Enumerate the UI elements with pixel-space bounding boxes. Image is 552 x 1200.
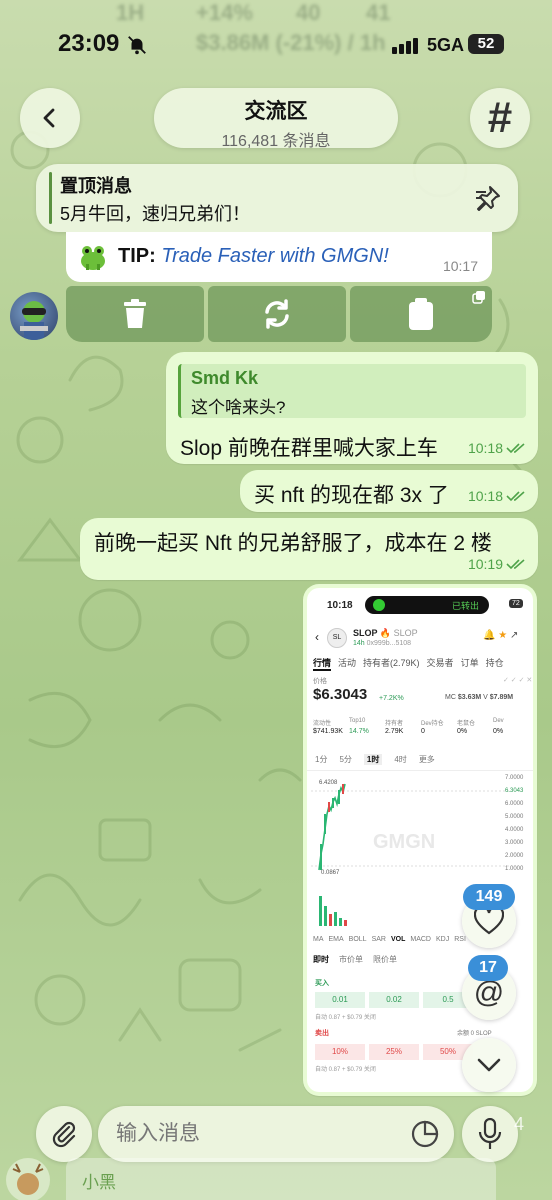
shot-tabs: 行情 活动 持有者(2.79K) 交易者 订单 持仓 bbox=[313, 656, 504, 671]
shot-time: 10:18 bbox=[327, 600, 353, 611]
topics-button[interactable]: # bbox=[470, 88, 530, 148]
chevron-down-icon bbox=[477, 1058, 501, 1072]
sell-balance: 余额 0 SLOP bbox=[457, 1031, 492, 1037]
bell-off-icon bbox=[128, 36, 146, 55]
message-meta: 10:18 bbox=[468, 440, 526, 456]
pinned-message[interactable]: 置顶消息 5月牛回，速归兄弟们！ bbox=[36, 164, 518, 232]
clipboard-icon bbox=[409, 298, 433, 330]
message-input[interactable] bbox=[116, 1120, 396, 1148]
back-button[interactable] bbox=[20, 88, 80, 148]
pinned-text: 5月牛回，速归兄弟们！ bbox=[60, 204, 251, 224]
pin-list-icon[interactable] bbox=[472, 182, 504, 214]
reactions-badge: 149 bbox=[463, 884, 515, 910]
bottom-sender-name: 小黑 bbox=[82, 1173, 116, 1192]
voice-button[interactable] bbox=[462, 1106, 518, 1162]
svg-text:GMGN: GMGN bbox=[373, 831, 435, 853]
reply-text: 这个啥来头? bbox=[191, 398, 286, 417]
dynamic-island: 已转出 bbox=[365, 596, 489, 614]
scroll-down-button[interactable] bbox=[462, 1038, 516, 1092]
shot-back-icon: ‹ bbox=[315, 630, 319, 644]
deer-avatar-icon bbox=[12, 1163, 44, 1195]
message-bubble[interactable]: 买 nft 的现在都 3x 了 10:18 bbox=[240, 470, 538, 512]
status-bar: 23:09 5GA 52 bbox=[0, 0, 552, 90]
battery-icon: 52 bbox=[468, 34, 504, 54]
message-text: 前晚一起买 Nft 的兄弟舒服了，成本在 2 楼 bbox=[94, 532, 492, 555]
message-count: 116,481 条消息 bbox=[221, 133, 331, 150]
chevron-left-icon bbox=[43, 108, 55, 128]
indicator-tabs: MA EMA BOLL SAR VOL MACD KDJ RSI bbox=[313, 936, 466, 943]
token-logo: SL bbox=[327, 628, 347, 648]
buy-amounts: 0.01 0.02 0.5 bbox=[315, 992, 473, 1008]
copy-corner-icon bbox=[472, 291, 485, 304]
chat-title-pill[interactable]: 交流区 116,481 条消息 bbox=[154, 88, 398, 150]
attach-button[interactable] bbox=[36, 1106, 92, 1162]
tip-text: TIP: Trade Faster with GMGN! bbox=[118, 245, 389, 267]
frog-icon bbox=[81, 246, 105, 270]
interval-tabs: 1分 5分 1时 4时 更多 bbox=[315, 754, 435, 765]
message-meta: 10:18 bbox=[468, 488, 526, 504]
double-check-icon bbox=[506, 443, 525, 454]
reply-author: Smd Kk bbox=[191, 368, 259, 388]
message-text: Slop 前晚在群里喊大家上车 bbox=[180, 437, 438, 460]
heart-icon bbox=[474, 907, 504, 935]
token-name: SLOP 🔥 SLOP bbox=[353, 628, 418, 638]
microphone-icon bbox=[478, 1118, 502, 1149]
chart-low: 0.0867 bbox=[321, 870, 340, 876]
message-bubble[interactable]: Smd Kk 这个啥来头? Slop 前晚在群里喊大家上车 10:18 bbox=[166, 352, 538, 464]
buy-auto: 自动 0.87 + $0.79 关闭 bbox=[315, 1015, 376, 1021]
mentions-badge: 17 bbox=[468, 955, 508, 981]
sell-auto: 自动 0.87 + $0.79 关闭 bbox=[315, 1067, 376, 1073]
message-meta: 10:19 bbox=[468, 556, 526, 572]
delete-button[interactable] bbox=[66, 286, 204, 342]
double-check-icon bbox=[506, 559, 525, 570]
message-text: 买 nft 的现在都 3x 了 bbox=[254, 484, 449, 507]
tip-message: TIP: Trade Faster with GMGN! 10:17 bbox=[66, 232, 492, 282]
sticker-icon[interactable] bbox=[410, 1119, 440, 1149]
chat-title: 交流区 bbox=[244, 100, 308, 123]
hash-icon: # bbox=[487, 93, 513, 142]
mic-count: 4 bbox=[514, 1114, 525, 1134]
price-label: 价格 bbox=[313, 678, 327, 685]
message-bubble[interactable]: 前晚一起买 Nft 的兄弟舒服了，成本在 2 楼 10:19 bbox=[80, 518, 538, 580]
message-time: 10:18 bbox=[467, 440, 503, 456]
stats-labels: 流动性 Top10 持有者 Dev持仓 老鼠仓 Dev bbox=[313, 718, 504, 727]
clipboard-button[interactable] bbox=[350, 286, 492, 342]
message-time: 10:18 bbox=[467, 488, 503, 504]
paperclip-icon bbox=[52, 1121, 76, 1148]
sender-avatar[interactable] bbox=[10, 292, 58, 340]
sell-pcts: 10% 25% 50% bbox=[315, 1044, 473, 1060]
refresh-icon bbox=[265, 299, 289, 329]
mc-vol: MC $3.63M V $7.89M bbox=[445, 694, 514, 701]
pinned-bar bbox=[49, 172, 52, 224]
shot-battery: 72 bbox=[509, 599, 523, 608]
reply-quote[interactable]: Smd Kk 这个啥来头? bbox=[178, 364, 526, 418]
token-age: 14h 0x999b...5108 bbox=[353, 640, 412, 647]
message-time: 10:19 bbox=[467, 556, 503, 572]
signal-icon bbox=[392, 36, 420, 54]
buy-label: 买入 bbox=[315, 980, 329, 987]
sell-label: 卖出 bbox=[315, 1030, 329, 1037]
shot-header-icons: 🔔 ★ ↗ bbox=[483, 630, 519, 641]
refresh-button[interactable] bbox=[208, 286, 346, 342]
shot-status-icons: ✓ ✓ ✓ ✕ bbox=[503, 677, 533, 684]
trash-icon bbox=[124, 299, 146, 328]
order-tabs: 即时 市价单 限价单 bbox=[313, 955, 397, 964]
image-message[interactable]: 10:18 已转出 72 ‹ SL SLOP 🔥 SLOP 14h 0x999b… bbox=[303, 584, 537, 1096]
message-input-container[interactable] bbox=[98, 1106, 454, 1162]
status-time: 23:09 bbox=[58, 30, 120, 57]
tip-time: 10:17 bbox=[442, 258, 478, 274]
double-check-icon bbox=[506, 491, 525, 502]
avatar-image bbox=[20, 301, 48, 340]
pinned-title: 置顶消息 bbox=[60, 176, 132, 196]
bottom-avatar[interactable] bbox=[6, 1158, 50, 1200]
price-chart: GMGN bbox=[311, 783, 511, 871]
chart-high: 6.4208 bbox=[319, 780, 338, 786]
at-icon: @ bbox=[473, 976, 505, 1009]
price-change: +7.2K% bbox=[379, 695, 404, 702]
next-message-preview bbox=[66, 1158, 496, 1200]
stats-values: $741.93K 14.7% 2.79K 0 0% 0% bbox=[313, 728, 504, 735]
network-label: 5GA bbox=[427, 35, 465, 55]
price-value: $6.3043 bbox=[313, 686, 368, 703]
chart-axis: 7.0000 6.3043 6.0000 5.0000 4.0000 3.0000 … bbox=[505, 775, 524, 872]
